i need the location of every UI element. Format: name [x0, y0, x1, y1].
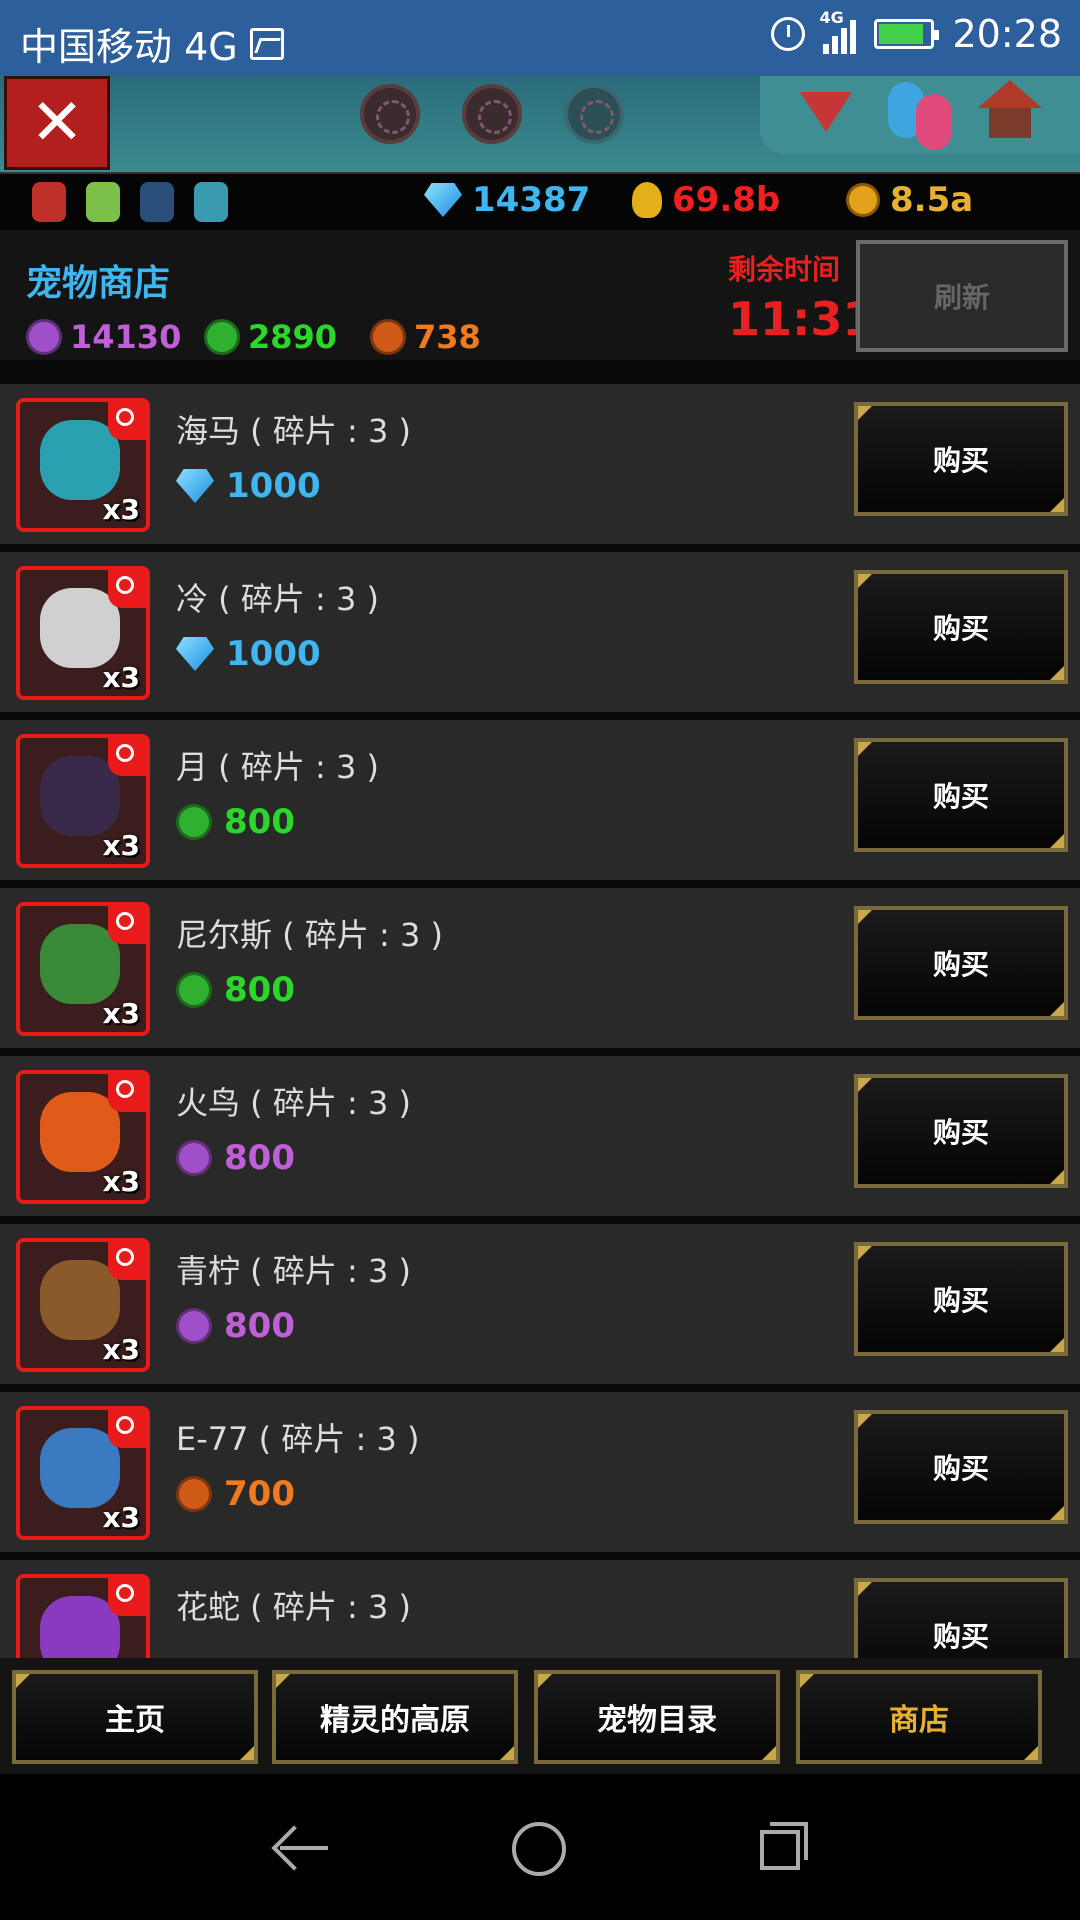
shop-item-row: x3 青柠 ( 碎片 : 3 ) 800 购买 [0, 1224, 1080, 1384]
orange-orb-icon [176, 1476, 212, 1512]
shop-item-row: 花蛇 ( 碎片 : 3 ) 购买 [0, 1560, 1080, 1658]
dropdown-arrow-icon[interactable] [800, 92, 852, 132]
signal-icon: 4G [819, 8, 857, 54]
carrier-label: 中国移动 4G [20, 25, 238, 69]
buy-button[interactable]: 购买 [854, 402, 1068, 516]
medal-icon [632, 182, 662, 218]
purple-orb-icon [176, 1140, 212, 1176]
pet-thumbnail: x3 [16, 1238, 150, 1372]
recent-apps-icon[interactable] [760, 1822, 808, 1870]
shop-item-row: x3 冷 ( 碎片 : 3 ) 1000 购买 [0, 552, 1080, 712]
home-icon[interactable] [512, 1822, 566, 1876]
fragment-tag-icon [108, 1578, 146, 1616]
nav-home-button[interactable]: 主页 [12, 1670, 258, 1764]
nav-shop-button[interactable]: 商店 [796, 1670, 1042, 1764]
back-icon[interactable] [272, 1822, 328, 1872]
fragment-tag-icon [108, 570, 146, 608]
shop-item-list[interactable]: x3 海马 ( 碎片 : 3 ) 1000 购买 x3 冷 ( 碎片 : 3 )… [0, 384, 1080, 1658]
shop-item-row: x3 E-77 ( 碎片 : 3 ) 700 购买 [0, 1392, 1080, 1552]
pet-thumbnail: x3 [16, 1070, 150, 1204]
pet-thumbnail: x3 [16, 902, 150, 1036]
mailbox-icon[interactable] [978, 80, 1042, 142]
item-name: E-77 ( 碎片 : 3 ) [176, 1420, 420, 1458]
hero-avatar-icon[interactable] [86, 182, 120, 222]
medal-slot-icon[interactable] [462, 84, 522, 144]
status-bar: 中国移动 4G 4G 20:28 [0, 0, 1080, 76]
hero-avatar-icon[interactable] [140, 182, 174, 222]
gem-icon [424, 183, 462, 217]
purple-currency: 14130 [26, 318, 181, 356]
clock: 20:28 [952, 12, 1062, 56]
item-price: 700 [176, 1474, 295, 1514]
buy-button[interactable]: 购买 [854, 1074, 1068, 1188]
shop-item-row: x3 火鸟 ( 碎片 : 3 ) 800 购买 [0, 1056, 1080, 1216]
item-price: 800 [176, 1138, 295, 1178]
item-price: 800 [176, 970, 295, 1010]
nav-catalog-button[interactable]: 宠物目录 [534, 1670, 780, 1764]
pet-thumbnail [16, 1574, 150, 1658]
shop-item-row: x3 尼尔斯 ( 碎片 : 3 ) 800 购买 [0, 888, 1080, 1048]
item-price: 1000 [176, 466, 321, 506]
fragment-tag-icon [108, 906, 146, 944]
network-type: 4G [819, 8, 844, 27]
fragment-tag-icon [108, 1410, 146, 1448]
medal-slot-icon[interactable] [564, 84, 624, 144]
buy-button[interactable]: 购买 [854, 1410, 1068, 1524]
pet-thumbnail: x3 [16, 734, 150, 868]
item-name: 花蛇 ( 碎片 : 3 ) [176, 1588, 411, 1626]
green-orb-icon [176, 972, 212, 1008]
pet-thumbnail: x3 [16, 1406, 150, 1540]
battery-icon [874, 19, 940, 49]
fragment-tag-icon [108, 1074, 146, 1112]
alarm-icon [771, 17, 806, 51]
purple-orb-icon [176, 1308, 212, 1344]
buy-button[interactable]: 购买 [854, 738, 1068, 852]
hero-avatar-icon[interactable] [32, 182, 66, 222]
gem-icon [176, 637, 214, 671]
orange-currency: 738 [370, 318, 481, 356]
item-price: 1000 [176, 634, 321, 674]
friends-icon[interactable] [888, 82, 958, 152]
item-name: 青柠 ( 碎片 : 3 ) [176, 1252, 411, 1290]
item-price: 800 [176, 802, 295, 842]
nav-plateau-button[interactable]: 精灵的高原 [272, 1670, 518, 1764]
pet-thumbnail: x3 [16, 566, 150, 700]
pet-thumbnail: x3 [16, 398, 150, 532]
item-price: 800 [176, 1306, 295, 1346]
gem-icon [176, 469, 214, 503]
medal-counter: 69.8b [632, 180, 780, 220]
buy-button[interactable]: 购买 [854, 570, 1068, 684]
fragment-tag-icon [108, 1242, 146, 1280]
gem-counter: 14387 [424, 180, 590, 220]
medal-slot-icon[interactable] [360, 84, 420, 144]
coin-icon [846, 183, 880, 217]
shop-title: 宠物商店 [26, 263, 171, 304]
orange-orb-icon [370, 319, 406, 355]
hero-avatar-icon[interactable] [194, 182, 228, 222]
buy-button[interactable]: 购买 [854, 1578, 1068, 1658]
coin-counter: 8.5a [846, 180, 973, 220]
time-remaining-label: 剩余时间 [728, 253, 841, 286]
close-button[interactable]: ✕ [4, 76, 110, 170]
green-currency: 2890 [204, 318, 337, 356]
buy-button[interactable]: 购买 [854, 906, 1068, 1020]
item-name: 冷 ( 碎片 : 3 ) [176, 580, 379, 618]
shop-item-row: x3 海马 ( 碎片 : 3 ) 1000 购买 [0, 384, 1080, 544]
item-name: 海马 ( 碎片 : 3 ) [176, 412, 411, 450]
purple-orb-icon [26, 319, 62, 355]
green-orb-icon [204, 319, 240, 355]
resource-bar: 14387 69.8b 8.5a [0, 172, 1080, 232]
fragment-tag-icon [108, 738, 146, 776]
time-remaining-value: 11:31 [728, 292, 875, 346]
item-name: 月 ( 碎片 : 3 ) [176, 748, 379, 786]
image-notification-icon [249, 27, 284, 60]
green-orb-icon [176, 804, 212, 840]
buy-button[interactable]: 购买 [854, 1242, 1068, 1356]
refresh-button[interactable]: 刷新 [856, 240, 1068, 352]
shop-item-row: x3 月 ( 碎片 : 3 ) 800 购买 [0, 720, 1080, 880]
fragment-tag-icon [108, 402, 146, 440]
item-name: 火鸟 ( 碎片 : 3 ) [176, 1084, 411, 1122]
item-name: 尼尔斯 ( 碎片 : 3 ) [176, 916, 443, 954]
